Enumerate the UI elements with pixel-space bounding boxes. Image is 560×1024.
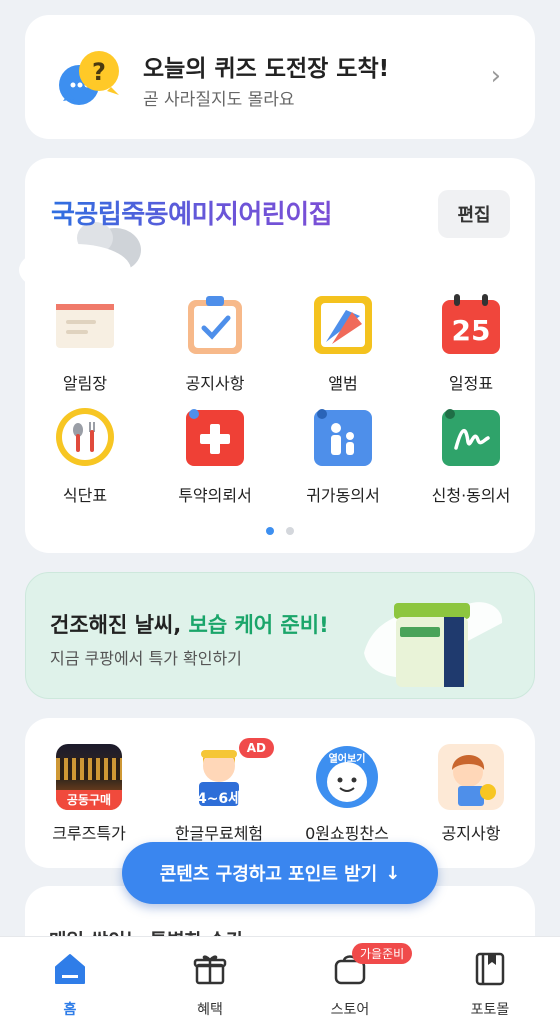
zero-won-thumbnail: 열어보기 — [314, 744, 380, 810]
album-icon — [314, 296, 372, 354]
menu-item-label: 일정표 — [448, 374, 494, 393]
menu-item-label: 공지사항 — [185, 374, 245, 393]
page-dot-active — [266, 527, 275, 535]
signature-icon — [442, 409, 500, 466]
tab-store[interactable]: 가을준비 스토어 — [300, 943, 413, 1019]
edit-button[interactable]: 편집 — [438, 190, 510, 238]
menu-item-label: 식단표 — [62, 486, 108, 505]
home-icon — [55, 954, 85, 984]
menu-item-pickup-consent[interactable]: 귀가동의서 — [283, 406, 403, 506]
chevron-right-icon[interactable]: › — [491, 61, 501, 91]
shortcut-hangul-trial[interactable]: 4~6세 AD 한글무료체험 — [159, 738, 279, 844]
tab-benefits[interactable]: 혜택 — [160, 951, 260, 1019]
tab-label: 혜택 — [197, 1002, 223, 1018]
menu-item-label: 귀가동의서 — [306, 486, 380, 505]
menu-item-meal-plan[interactable]: 식단표 — [25, 406, 145, 506]
menu-item-label: 신청·동의서 — [431, 486, 511, 505]
banner-title: 건조해진 날씨, 보습 케어 준비! — [50, 609, 329, 639]
bottom-tab-bar: 홈 혜택 가을준비 스토어 포토몰 — [0, 936, 560, 1024]
banner-subtitle: 지금 쿠팡에서 특가 확인하기 — [50, 649, 242, 668]
tab-label: 홈 — [63, 1002, 77, 1018]
quiz-subtitle: 곧 사라질지도 몰라요 — [143, 90, 295, 110]
shortcut-label: 공지사항 — [441, 824, 501, 843]
photobook-icon — [475, 952, 505, 986]
tab-label: 포토몰 — [470, 1002, 510, 1018]
meal-icon — [56, 408, 114, 466]
ad-banner[interactable]: 건조해진 날씨, 보습 케어 준비! 지금 쿠팡에서 특가 확인하기 — [25, 572, 535, 699]
shortcut-label: 한글무료체험 — [174, 824, 264, 843]
parent-child-icon — [314, 409, 372, 466]
daycare-menu-card: 국공립죽동예미지어린이집 편집 알림장 공지사항 앨범 25 일정표 식단표 투… — [19, 158, 535, 553]
shortcut-label: 크루즈특가 — [52, 824, 126, 843]
menu-item-label: 알림장 — [62, 374, 108, 393]
arrow-down-icon: ↓ — [385, 862, 401, 884]
shortcut-label: 0원쇼핑찬스 — [305, 824, 389, 843]
menu-item-announcements[interactable]: 공지사항 — [155, 294, 275, 394]
ad-badge: AD — [238, 738, 274, 758]
points-cta-button[interactable]: 콘텐츠 구경하고 포인트 받기 ↓ — [122, 842, 438, 904]
open-tag: 열어보기 — [328, 754, 366, 765]
shortcut-notice[interactable]: 공지사항 — [411, 744, 531, 844]
menu-item-label: 앨범 — [328, 374, 358, 393]
daycare-name: 국공립죽동예미지어린이집 — [51, 194, 333, 231]
group-buy-tag: 공동구매 — [56, 790, 122, 810]
quiz-title: 오늘의 퀴즈 도전장 도착! — [143, 56, 390, 82]
medicine-icon — [186, 409, 244, 466]
moisturizer-jar-image — [364, 602, 503, 687]
page-dot — [285, 527, 294, 535]
notice-thumbnail — [438, 744, 504, 810]
calendar-icon: 25 — [442, 294, 500, 354]
page-indicator — [25, 520, 535, 539]
girl-reading-icon — [452, 755, 496, 806]
menu-item-album[interactable]: 앨범 — [283, 294, 403, 394]
gift-icon — [193, 955, 227, 985]
quiz-card[interactable]: ? 오늘의 퀴즈 도전장 도착! 곧 사라질지도 몰라요 › — [25, 15, 535, 139]
store-badge: 가을준비 — [352, 943, 413, 964]
shortcut-zero-won-shopping[interactable]: 열어보기 0원쇼핑찬스 — [287, 744, 407, 844]
menu-item-application-consent[interactable]: 신청·동의서 — [411, 406, 531, 506]
tab-home[interactable]: 홈 — [20, 951, 120, 1019]
svg-text:?: ? — [92, 58, 106, 86]
notebook-icon — [56, 304, 114, 348]
menu-item-medication-request[interactable]: 투약의뢰서 — [155, 406, 275, 506]
menu-item-schedule[interactable]: 25 일정표 — [411, 294, 531, 394]
hangul-kid-thumbnail: 4~6세 AD — [186, 738, 274, 810]
cloud-decoration-icon — [19, 222, 141, 296]
menu-item-label: 투약의뢰서 — [178, 486, 252, 505]
clipboard-check-icon — [188, 296, 242, 354]
tab-photo-mall[interactable]: 포토몰 — [440, 951, 540, 1019]
calendar-day: 25 — [452, 314, 491, 347]
menu-item-notice-book[interactable]: 알림장 — [25, 294, 145, 394]
shortcut-cruise-deal[interactable]: 공동구매 크루즈특가 — [29, 744, 149, 844]
cta-label: 콘텐츠 구경하고 포인트 받기 — [159, 864, 378, 885]
quiz-bubble-icon: ? — [59, 51, 119, 105]
tab-label: 스토어 — [330, 1002, 370, 1018]
banner-title-prefix: 건조해진 날씨, — [50, 613, 189, 637]
age-tag: 4~6세 — [196, 791, 242, 807]
banner-title-highlight: 보습 케어 준비! — [188, 613, 329, 637]
cruise-thumbnail: 공동구매 — [56, 744, 122, 810]
